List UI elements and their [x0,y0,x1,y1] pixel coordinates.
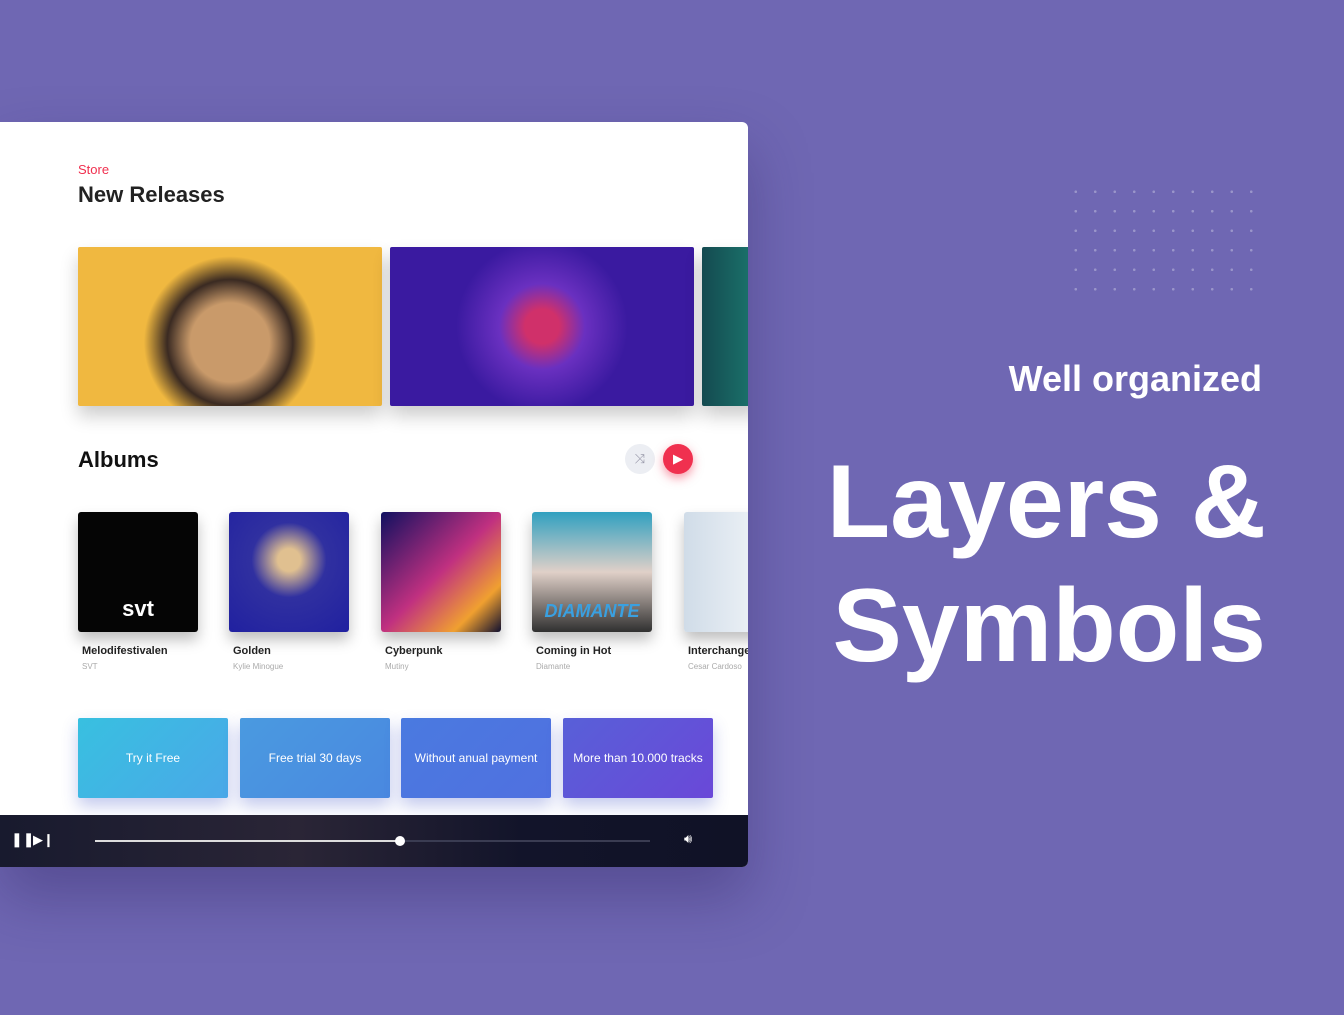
music-app-window: Store New Releases Albums ⤨ ▶ svt Melodif… [0,122,748,867]
album-art [229,512,349,632]
hero-title: Layers & Symbols [827,440,1266,688]
album-name: Cyberpunk [385,645,443,657]
album-card[interactable]: Golden Kylie Minogue [229,512,349,671]
album-art: svt [78,512,198,632]
album-name: Interchange [688,645,748,657]
player-bar: ❚❚ ▶❙ 🔊︎ [0,815,748,867]
release-banner[interactable] [390,247,694,406]
hero-title-line1: Layers & [826,444,1266,560]
breadcrumb-store[interactable]: Store [78,162,109,177]
hero-title-line2: Symbols [832,568,1266,684]
progress-handle[interactable] [395,836,406,846]
album-artist: Diamante [536,662,571,671]
promo-free-trial[interactable]: Free trial 30 days [240,718,390,798]
album-card[interactable]: Interchange Cesar Cardoso [684,512,748,671]
release-banner[interactable] [78,247,382,406]
album-name: Coming in Hot [536,645,612,657]
dot-grid-decoration [1066,182,1266,306]
page-title: New Releases [78,182,225,207]
volume-icon[interactable]: 🔊︎ [684,831,692,847]
album-card[interactable]: svt Melodifestivalen SVT [78,512,198,671]
next-track-icon[interactable]: ▶❙ [33,832,54,848]
album-artist: Cesar Cardoso [688,662,742,671]
pause-icon[interactable]: ❚❚ [11,831,34,848]
album-art [381,512,501,632]
shuffle-icon: ⤨ [634,451,646,466]
album-artist: Mutiny [385,662,409,671]
album-art-logo: svt [122,596,154,621]
promo-no-annual-payment[interactable]: Without anual payment [401,718,551,798]
play-all-button[interactable]: ▶ [663,444,693,474]
play-icon: ▶ [673,451,683,466]
album-name: Golden [233,645,271,657]
promo-try-free[interactable]: Try it Free [78,718,228,798]
promo-tracks[interactable]: More than 10.000 tracks [563,718,713,798]
album-art-logo: DIAMANTE [544,601,640,621]
album-art [684,512,748,632]
shuffle-button[interactable]: ⤨ [625,444,655,474]
release-banner[interactable] [702,247,748,406]
album-card[interactable]: Cyberpunk Mutiny [381,512,501,671]
hero-subtitle: Well organized [1008,358,1262,399]
album-artist: Kylie Minogue [233,662,284,671]
album-artist: SVT [82,662,98,671]
album-art: DIAMANTE [532,512,652,632]
progress-slider[interactable] [95,836,650,846]
albums-heading: Albums [78,447,159,472]
progress-fill [95,840,401,842]
album-name: Melodifestivalen [82,645,168,657]
album-card[interactable]: DIAMANTE Coming in Hot Diamante [532,512,652,671]
